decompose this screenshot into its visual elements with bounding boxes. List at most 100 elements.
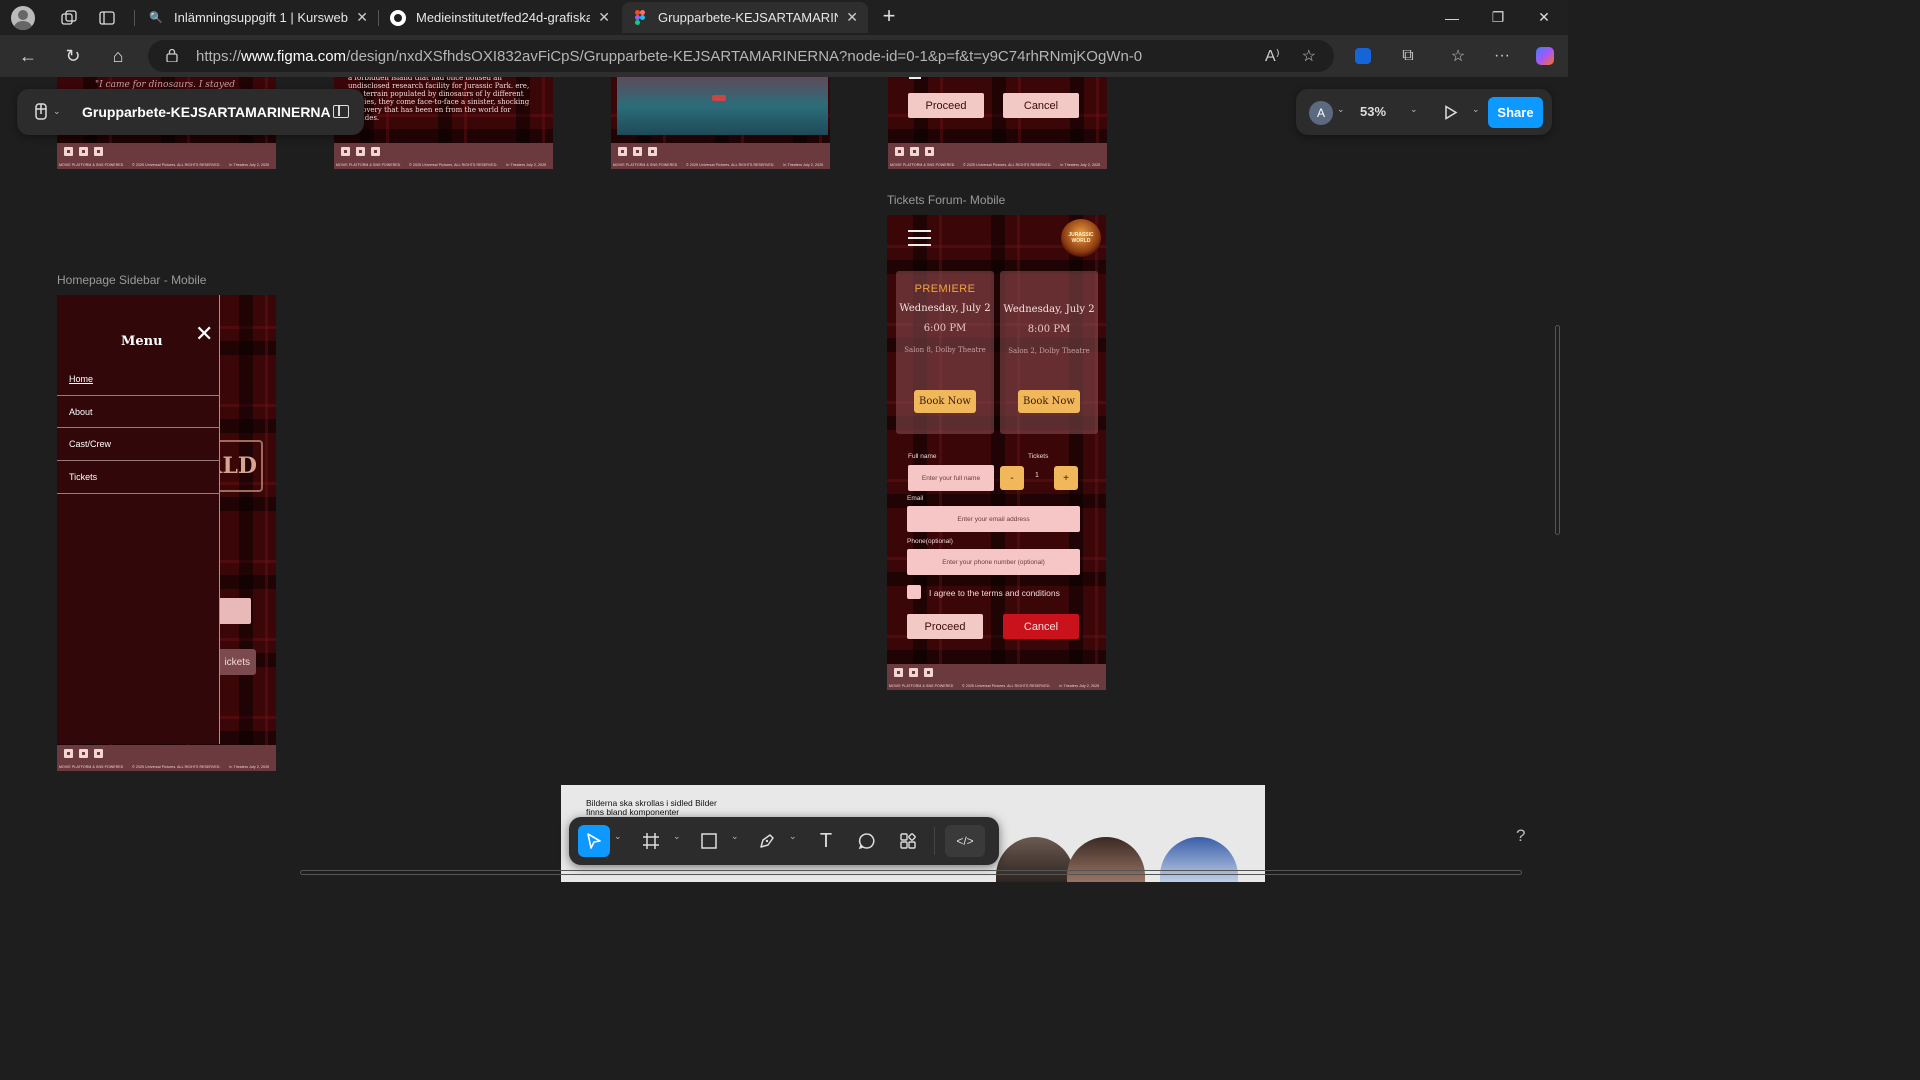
frame-about-partial[interactable]: a forbidden island that had once housed … [334, 77, 553, 169]
lock-icon[interactable] [166, 48, 178, 62]
frame-tickets-partial[interactable]: Proceed Cancel MOVIE PLATFORM & SNS POWE… [888, 77, 1107, 169]
menu-item-home[interactable]: Home [57, 362, 220, 395]
email-input[interactable]: Enter your email address [907, 506, 1080, 532]
tab-figma[interactable]: Grupparbete-KEJSARTAMARINER ✕ [622, 2, 868, 33]
figma-menu-button[interactable]: ⌄ [35, 103, 61, 120]
move-tool-icon[interactable] [578, 825, 610, 857]
instagram-icon [910, 147, 919, 156]
chevron-down-icon[interactable]: ⌄ [1410, 104, 1418, 115]
facebook-icon [64, 749, 73, 758]
chevron-down-icon[interactable]: ⌄ [1337, 104, 1345, 115]
close-icon[interactable]: ✕ [195, 323, 213, 345]
rectangle-tool-icon[interactable] [695, 825, 723, 857]
figma-canvas[interactable]: "I came for dinosaurs. I stayed MOVIE PL… [0, 77, 1568, 882]
book-now-button[interactable]: Book Now [914, 390, 976, 413]
file-name[interactable]: Grupparbete-KEJSARTAMARINERNA [82, 104, 331, 120]
toggle-panel-icon[interactable] [333, 105, 349, 118]
close-window-button[interactable]: ✕ [1520, 0, 1568, 35]
book-now-button[interactable]: Book Now [1018, 390, 1080, 413]
text-tool-icon[interactable]: T [812, 825, 840, 857]
favorite-star-icon[interactable]: ☆ [1302, 46, 1316, 66]
zoom-level[interactable]: 53% [1360, 104, 1386, 119]
chevron-down-icon[interactable]: ⌄ [789, 831, 797, 842]
instagram-icon [909, 668, 918, 677]
frame-homepage-sidebar[interactable]: RLD ickets Menu ✕ Home About Cast/Crew T… [57, 295, 276, 771]
minimize-button[interactable]: — [1428, 0, 1476, 35]
premiere-tag [1000, 283, 1098, 296]
actions-tool-icon[interactable] [894, 825, 922, 857]
extensions-puzzle-icon[interactable]: ⧉ [1397, 45, 1419, 67]
frame-tool-icon[interactable] [637, 825, 665, 857]
chevron-down-icon[interactable]: ⌄ [1472, 104, 1480, 115]
youtube-icon [94, 147, 103, 156]
cancel-button[interactable]: Cancel [1003, 93, 1079, 118]
pen-tool-icon[interactable] [753, 825, 781, 857]
restore-button[interactable]: ❐ [1474, 0, 1522, 35]
reload-icon[interactable]: ↻ [59, 43, 87, 69]
proceed-button[interactable]: Proceed [907, 614, 983, 639]
copilot-icon[interactable] [1534, 45, 1556, 67]
new-tab-button[interactable]: + [876, 4, 902, 30]
fullname-input[interactable]: Enter your full name [908, 465, 994, 491]
read-aloud-icon[interactable]: A⁾ [1265, 46, 1280, 66]
comment-tool-icon[interactable] [853, 825, 881, 857]
show-time: 6:00 PM [923, 323, 967, 334]
hamburger-menu-icon[interactable] [908, 230, 931, 247]
decrease-tickets-button[interactable]: - [1000, 466, 1024, 490]
vertical-scrollbar[interactable] [1555, 325, 1560, 535]
present-play-icon[interactable] [1444, 105, 1458, 120]
frame-tickets-forum[interactable]: JURASSIC WORLD PREMIERE Wednesday, July … [887, 215, 1106, 690]
dev-mode-icon[interactable]: </> [945, 825, 985, 857]
tab-github[interactable]: Medieinstitutet/fed24d-grafiska-v ✕ [380, 2, 620, 33]
profile-avatar[interactable] [10, 0, 36, 35]
close-tab-icon[interactable]: ✕ [356, 9, 368, 26]
frame-footer: MOVIE PLATFORM & SNS POWERED © 2025 Unive… [334, 143, 553, 169]
menu-item-about[interactable]: About [57, 395, 220, 428]
help-icon[interactable]: ? [1516, 826, 1525, 846]
url-field[interactable]: https://www.figma.com/design/nxdXSfhdsOX… [148, 40, 1334, 72]
menu-item-tickets[interactable]: Tickets [57, 461, 220, 494]
extension-icon[interactable] [1352, 45, 1374, 67]
frame-gallery-partial[interactable]: MOVIE PLATFORM & SNS POWERED © 2025 Unive… [611, 77, 830, 169]
cast-photo [1160, 837, 1238, 882]
frame-label-sidebar[interactable]: Homepage Sidebar - Mobile [57, 273, 206, 287]
chevron-down-icon[interactable]: ⌄ [731, 831, 739, 842]
proceed-button[interactable]: Proceed [908, 93, 984, 118]
chevron-down-icon[interactable]: ⌄ [614, 831, 622, 842]
premiere-tag: PREMIERE [914, 283, 976, 295]
facebook-icon [341, 147, 350, 156]
menu-title: Menu [121, 334, 163, 349]
workspaces-icon[interactable] [48, 0, 90, 35]
close-tab-icon[interactable]: ✕ [598, 9, 610, 26]
increase-tickets-button[interactable]: + [1054, 466, 1078, 490]
footer-left: MOVIE PLATFORM & SNS POWERED [890, 163, 955, 167]
footer-left: MOVIE PLATFORM & SNS POWERED [59, 163, 124, 167]
phone-input[interactable]: Enter your phone number (optional) [907, 549, 1080, 575]
sticky-note-text: Bilderna ska skrollas i sidled Bilder fi… [586, 798, 717, 817]
favorites-icon[interactable]: ☆ [1447, 45, 1469, 67]
tab-kurswebb[interactable]: 🔍 Inlämningsuppgift 1 | Kurswebb C ✕ [138, 2, 378, 33]
venue: Salon 8, Dolby Theatre [904, 346, 986, 354]
user-avatar[interactable]: A [1309, 101, 1333, 125]
show-date: Wednesday, July 2 [899, 303, 991, 314]
close-tab-icon[interactable]: ✕ [846, 9, 858, 26]
share-button[interactable]: Share [1488, 97, 1543, 128]
cancel-button[interactable]: Cancel [1003, 614, 1079, 639]
vertical-tabs-icon[interactable] [86, 0, 128, 35]
home-icon[interactable]: ⌂ [104, 43, 132, 69]
ocean-image [617, 77, 828, 135]
frame-footer: MOVIE PLATFORM & SNS POWERED © 2025 Unive… [888, 143, 1107, 169]
footer-middle: © 2025 Universal Pictures. ALL RIGHTS RE… [963, 163, 1052, 167]
terms-checkbox[interactable] [907, 585, 921, 599]
tab-title: Inlämningsuppgift 1 | Kurswebb C [174, 10, 348, 25]
frame-label-tickets[interactable]: Tickets Forum- Mobile [887, 193, 1005, 207]
youtube-icon [925, 147, 934, 156]
tickets-label: Tickets [1028, 453, 1049, 460]
back-icon[interactable]: ← [14, 43, 42, 69]
horizontal-scrollbar[interactable] [300, 870, 1522, 875]
chevron-down-icon[interactable]: ⌄ [673, 831, 681, 842]
footer-right: In Theaters July 2, 2025 [1060, 163, 1101, 167]
figma-file-panel: ⌄ Grupparbete-KEJSARTAMARINERNA [17, 89, 364, 135]
menu-item-cast-crew[interactable]: Cast/Crew [57, 428, 220, 461]
more-menu-icon[interactable]: ··· [1491, 45, 1513, 67]
